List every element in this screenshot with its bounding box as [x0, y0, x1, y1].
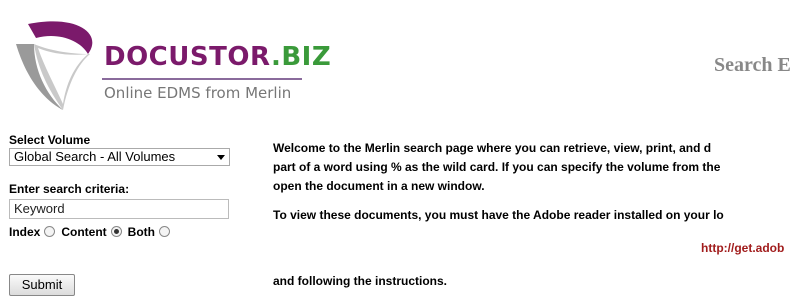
volume-label: Select Volume — [9, 133, 91, 147]
intro-line-3: open the document in a new window. — [273, 179, 485, 193]
content-label: Content — [61, 224, 107, 239]
index-radio[interactable] — [44, 226, 56, 238]
both-label: Both — [127, 224, 155, 239]
logo-brand: DOCUSTOR — [104, 42, 271, 72]
adobe-notice: To view these documents, you must have t… — [273, 208, 724, 222]
logo-tld: .BIZ — [270, 42, 332, 72]
volume-select[interactable]: Global Search - All Volumes — [9, 148, 230, 166]
intro-line-2: part of a word using % as the wild card.… — [273, 160, 721, 174]
logo-wordmark: DOCUSTOR.BIZ — [104, 42, 331, 72]
both-radio[interactable] — [159, 226, 170, 238]
logo-swoosh-icon — [16, 21, 93, 110]
search-input-value: Keyword — [14, 201, 65, 216]
adobe-link[interactable]: http://get.adob — [701, 241, 784, 255]
page-title: Search E — [714, 54, 791, 76]
volume-select-value: Global Search - All Volumes — [14, 149, 176, 164]
logo-divider — [102, 78, 302, 80]
instructions-line: and following the instructions. — [273, 274, 447, 288]
content-radio[interactable] — [110, 226, 122, 238]
criteria-label: Enter search criteria: — [9, 182, 130, 196]
chevron-down-icon — [217, 155, 225, 160]
submit-button[interactable]: Submit — [9, 274, 75, 296]
search-scope-options: Index Content Both — [9, 224, 176, 239]
search-input[interactable]: Keyword — [9, 199, 229, 219]
docustor-logo[interactable]: DOCUSTOR.BIZ Online EDMS from Merlin — [8, 14, 331, 114]
logo-tagline: Online EDMS from Merlin — [104, 84, 292, 102]
index-label: Index — [9, 224, 41, 239]
intro-line-1: Welcome to the Merlin search page where … — [273, 141, 712, 155]
